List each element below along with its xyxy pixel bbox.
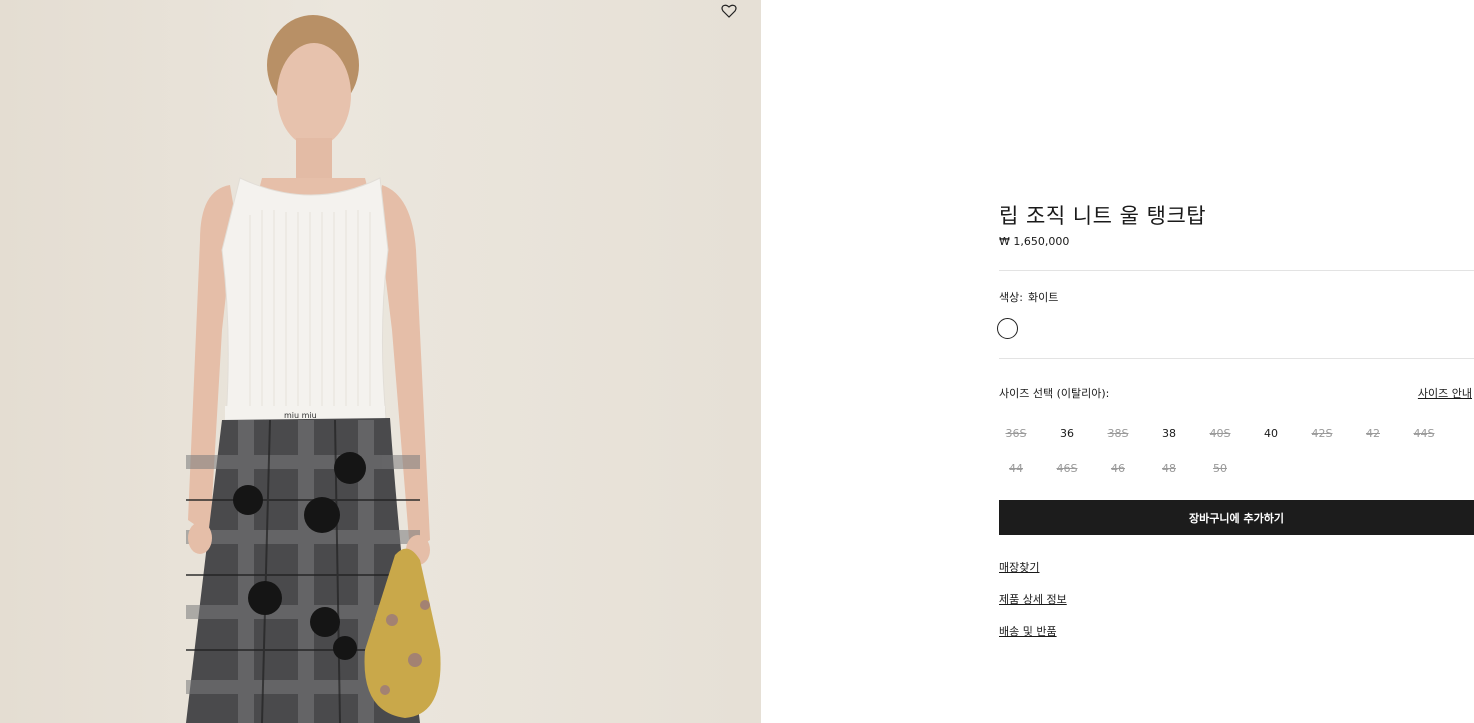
model-photo: miu miu — [186, 15, 441, 723]
size-option-44S[interactable]: 44S — [1407, 427, 1441, 440]
size-option-46S[interactable]: 46S — [1050, 462, 1084, 475]
size-option-46[interactable]: 46 — [1101, 462, 1135, 475]
color-selector: 색상: 화이트 — [999, 289, 1058, 305]
size-option-48[interactable]: 48 — [1152, 462, 1186, 475]
size-option-44[interactable]: 44 — [999, 462, 1033, 475]
size-option-36S[interactable]: 36S — [999, 427, 1033, 440]
size-option-42[interactable]: 42 — [1356, 427, 1390, 440]
heart-outline-icon — [721, 4, 737, 18]
color-swatch-white[interactable] — [997, 318, 1018, 339]
size-option-38S[interactable]: 38S — [1101, 427, 1135, 440]
store-locator-link[interactable]: 매장찾기 — [999, 559, 1039, 575]
product-title: 립 조직 니트 울 탱크탑 — [999, 204, 1207, 228]
divider — [999, 270, 1474, 271]
size-guide-link[interactable]: 사이즈 안내 — [1418, 385, 1472, 401]
shipping-returns-link[interactable]: 배송 및 반품 — [999, 623, 1057, 639]
wishlist-button[interactable] — [721, 4, 743, 26]
size-option-50[interactable]: 50 — [1203, 462, 1237, 475]
color-value: 화이트 — [1027, 291, 1059, 304]
size-option-36[interactable]: 36 — [1050, 427, 1084, 440]
product-price: ₩ 1,650,000 — [999, 235, 1070, 248]
product-details-link[interactable]: 제품 상세 정보 — [999, 591, 1067, 607]
product-info: 립 조직 니트 울 탱크탑 ₩ 1,650,000 색상: 화이트 사이즈 선택 … — [997, 0, 1474, 723]
add-to-cart-button[interactable]: 장바구니에 추가하기 — [999, 500, 1474, 535]
size-option-38[interactable]: 38 — [1152, 427, 1186, 440]
size-option-40[interactable]: 40 — [1254, 427, 1288, 440]
size-option-40S[interactable]: 40S — [1203, 427, 1237, 440]
svg-text:miu miu: miu miu — [284, 411, 317, 420]
divider — [999, 358, 1474, 359]
color-label: 색상: — [999, 291, 1023, 304]
product-image: miu miu — [0, 0, 761, 723]
size-heading: 사이즈 선택 (이탈리아): — [999, 387, 1110, 400]
size-option-42S[interactable]: 42S — [1305, 427, 1339, 440]
